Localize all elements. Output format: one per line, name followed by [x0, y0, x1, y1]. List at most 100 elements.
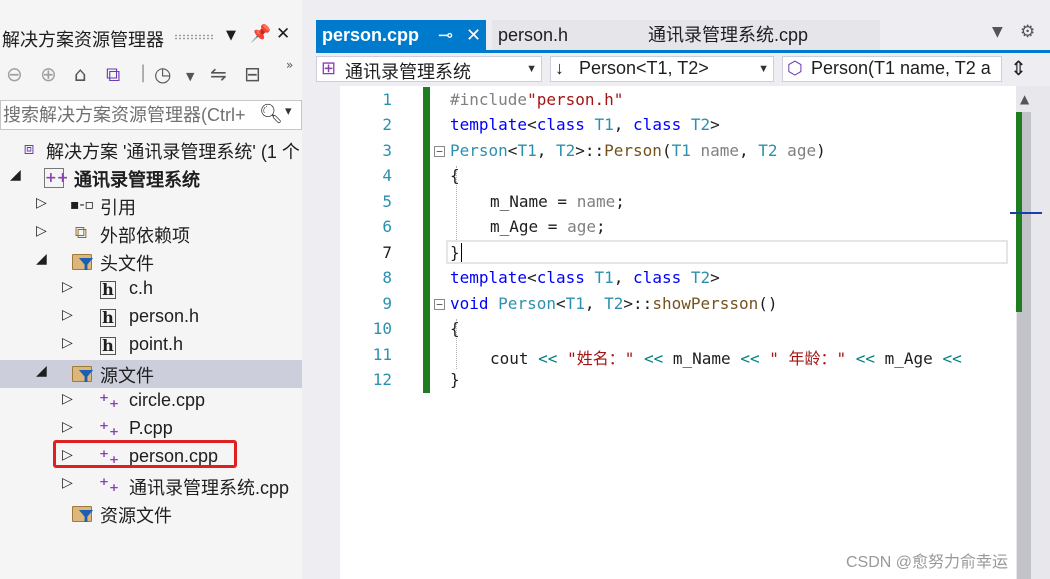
tree-item-label: 头文件 [100, 254, 154, 274]
filter-folder-icon [72, 366, 92, 382]
gear-icon[interactable]: ⚙ [1020, 22, 1035, 42]
header-file-icon: h [100, 309, 116, 327]
tree-item-c-h[interactable]: ▷ h c.h [0, 276, 302, 304]
code-line-2: template<class T1, class T2> [450, 115, 720, 134]
tab-overflow-dropdown-icon[interactable]: ▼ [992, 24, 1003, 40]
code-line-9: void Person<T1, T2>::showPersson() [450, 294, 778, 313]
cpp-project-icon: ⊞ [321, 58, 337, 78]
tab-label: person.cpp [322, 25, 420, 45]
collapsed-arrow-icon[interactable]: ▷ [62, 279, 73, 295]
forward-icon[interactable]: ⊕ [40, 62, 57, 86]
collapsed-arrow-icon[interactable]: ▷ [62, 307, 73, 323]
tree-item-circle-cpp[interactable]: ▷ ⁺₊ circle.cpp [0, 388, 302, 416]
tree-item-external-dependencies[interactable]: ▷ ⧉ 外部依赖项 [0, 220, 302, 248]
member-dropdown-value: Person(T1 name, T2 a [811, 58, 991, 78]
expanded-arrow-icon[interactable]: ◢ [36, 251, 47, 267]
tab-main-cpp[interactable]: 通讯录管理系统.cpp [642, 20, 880, 50]
chevron-down-icon: ▼ [526, 63, 537, 75]
code-line-12: } [450, 370, 460, 389]
collapsed-arrow-icon[interactable]: ▷ [36, 195, 47, 211]
tab-pin-icon[interactable]: ⊸ [438, 20, 453, 50]
collapsed-arrow-icon[interactable]: ▷ [62, 391, 73, 407]
scroll-up-icon[interactable]: ▲ [1020, 92, 1029, 106]
toolbar-separator: | [140, 62, 147, 83]
pin-icon[interactable]: 📌 [250, 24, 271, 44]
panel-splitter[interactable] [302, 0, 316, 579]
tab-close-icon[interactable]: ✕ [466, 20, 481, 50]
tree-item-label: P.cpp [129, 418, 173, 438]
back-icon[interactable]: ⊖ [6, 62, 23, 86]
close-icon[interactable]: ✕ [276, 24, 290, 44]
collapsed-arrow-icon[interactable]: ▷ [62, 475, 73, 491]
arrow-down-icon: ↓ [555, 58, 564, 78]
line-number: 10 [372, 319, 392, 338]
line-number: 3 [382, 141, 392, 160]
tree-item-label: 解决方案 '通讯录管理系统' (1 个 [46, 142, 300, 162]
pending-changes-filter-icon[interactable]: ◷ [154, 62, 171, 86]
tree-item-solution[interactable]: ⧈ 解决方案 '通讯录管理系统' (1 个 [0, 136, 302, 164]
references-icon: ▪-▫ [70, 197, 95, 213]
tree-item-source-files[interactable]: ◢ 源文件 [0, 360, 302, 388]
fold-collapse-icon[interactable]: − [434, 146, 445, 157]
editor-left-margin [316, 86, 340, 579]
expanded-arrow-icon[interactable]: ◢ [10, 167, 21, 183]
collapsed-arrow-icon[interactable]: ▷ [62, 419, 73, 435]
project-dropdown[interactable]: ⊞ 通讯录管理系统 ▼ [316, 56, 542, 82]
drag-grip[interactable] [174, 34, 214, 40]
header-file-icon: h [100, 337, 116, 355]
collapsed-arrow-icon[interactable]: ▷ [62, 335, 73, 351]
line-number: 5 [382, 192, 392, 211]
project-dropdown-value: 通讯录管理系统 [345, 62, 471, 82]
cpp-file-icon: ⁺₊ [98, 418, 120, 440]
code-line-1: #include"person.h" [450, 90, 624, 109]
search-options-dropdown-icon[interactable]: ▾ [285, 104, 292, 119]
scope-dropdown[interactable]: ↓ Person<T1, T2> ▼ [550, 56, 774, 82]
solution-explorer-search: 🔍︎ ▾ [0, 100, 302, 130]
filter-folder-icon [72, 506, 92, 522]
tree-item-label: 资源文件 [100, 506, 172, 526]
search-icon[interactable]: 🔍︎ [259, 102, 283, 125]
member-dropdown[interactable]: ⬡ Person(T1 name, T2 a [782, 56, 1002, 82]
window-position-dropdown-icon[interactable]: ▼ [226, 28, 236, 43]
tree-item-label: 引用 [100, 198, 136, 218]
external-dependencies-icon: ⧉ [74, 223, 88, 243]
solution-explorer-title: 解决方案资源管理器 [2, 30, 164, 51]
tree-item-resource-files[interactable]: 资源文件 [0, 500, 302, 528]
tree-item-main-cpp[interactable]: ▷ ⁺₊ 通讯录管理系统.cpp [0, 472, 302, 500]
fold-collapse-icon[interactable]: − [434, 299, 445, 310]
tab-person-cpp[interactable]: person.cpp ⊸ ✕ [316, 20, 486, 50]
collapsed-arrow-icon[interactable]: ▷ [36, 223, 47, 239]
cpp-file-icon: ⁺₊ [98, 474, 120, 496]
sync-active-document-icon[interactable]: ⇋ [210, 62, 227, 86]
line-number: 11 [372, 345, 392, 364]
tree-item-project[interactable]: ◢ ++ 通讯录管理系统 [0, 164, 302, 192]
filter-dropdown-icon[interactable]: ▼ [186, 70, 194, 83]
split-window-icon[interactable]: ⇕ [1010, 56, 1027, 80]
expanded-arrow-icon[interactable]: ◢ [36, 363, 47, 379]
solution-explorer-panel: 解决方案资源管理器 ▼ 📌 ✕ ⊖ ⊕ ⌂ ⧉ | ◷ ▼ ⇋ ⊟ » 🔍︎ ▾… [0, 0, 302, 579]
tree-item-label: 通讯录管理系统.cpp [129, 478, 290, 498]
tree-item-point-h[interactable]: ▷ h point.h [0, 332, 302, 360]
switch-views-icon[interactable]: ⧉ [106, 62, 120, 86]
vertical-scrollbar[interactable]: ▲ [1010, 86, 1050, 579]
tree-item-person-h[interactable]: ▷ h person.h [0, 304, 302, 332]
code-line-8: template<class T1, class T2> [450, 268, 720, 287]
collapse-all-icon[interactable]: ⊟ [244, 62, 261, 86]
tab-label: person.h [498, 25, 569, 45]
tree-item-label: 通讯录管理系统 [74, 170, 200, 190]
method-cube-icon: ⬡ [787, 58, 803, 78]
tree-item-label: circle.cpp [129, 390, 206, 410]
cpp-file-icon: ⁺₊ [98, 390, 120, 412]
tree-item-references[interactable]: ▷ ▪-▫ 引用 [0, 192, 302, 220]
code-line-11: cout << "姓名：" << m_Name << " 年龄：" << m_A… [490, 349, 962, 368]
filter-folder-icon [72, 254, 92, 270]
navigation-bar: ⊞ 通讯录管理系统 ▼ ↓ Person<T1, T2> ▼ ⬡ Person(… [316, 54, 1050, 84]
tree-item-header-files[interactable]: ◢ 头文件 [0, 248, 302, 276]
search-input[interactable] [3, 103, 255, 127]
scrollbar-caret-marker [1010, 212, 1042, 214]
home-icon[interactable]: ⌂ [74, 62, 87, 86]
line-number: 1 [382, 90, 392, 109]
code-line-6: m_Age = age; [490, 217, 606, 236]
toolbar-overflow-icon[interactable]: » [286, 58, 293, 72]
line-number: 6 [382, 217, 392, 236]
